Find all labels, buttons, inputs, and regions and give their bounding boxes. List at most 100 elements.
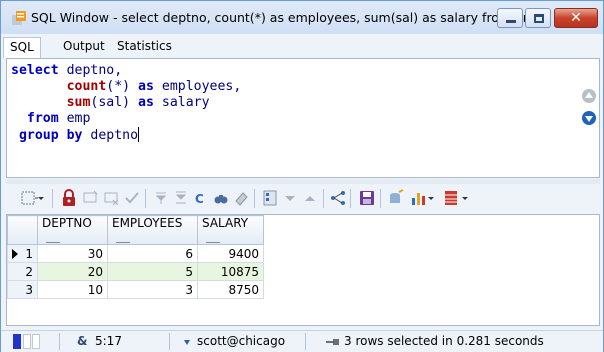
table-row[interactable]: 1 30 6 9400 bbox=[7, 244, 264, 263]
column-header-label: EMPLOYEES bbox=[112, 216, 183, 230]
single-record-icon[interactable] bbox=[261, 189, 279, 207]
minimize-icon bbox=[506, 20, 516, 23]
row-number-label: 1 bbox=[25, 246, 33, 261]
previous-icon[interactable] bbox=[301, 189, 319, 207]
tab-statistics[interactable]: Statistics bbox=[111, 37, 178, 58]
sql-token: deptno, bbox=[58, 63, 123, 78]
status-separator bbox=[305, 333, 306, 350]
insert-record-icon[interactable] bbox=[81, 189, 99, 207]
chevron-down-icon[interactable] bbox=[460, 189, 470, 207]
toolbar-separator bbox=[380, 189, 381, 208]
rows-selected-status: 3 rows selected in 0.281 seconds bbox=[344, 334, 544, 348]
sql-token: group by bbox=[18, 128, 83, 143]
table-cell[interactable]: 3 bbox=[107, 280, 198, 299]
table-cell[interactable]: 30 bbox=[37, 244, 108, 263]
text-caret bbox=[138, 127, 140, 142]
sql-editor[interactable]: select deptno, count(*) as employees, su… bbox=[6, 58, 600, 178]
row-number[interactable]: 3 bbox=[7, 280, 38, 299]
sql-token: select bbox=[11, 63, 59, 78]
export-icon[interactable] bbox=[388, 189, 406, 207]
grid-toolbar: C bbox=[6, 185, 600, 212]
table-cell[interactable]: 8750 bbox=[197, 280, 264, 299]
close-icon: ✕ bbox=[570, 10, 582, 26]
tab-bar: SQL Output Statistics bbox=[3, 34, 601, 58]
previous-statement-icon[interactable] bbox=[582, 89, 596, 103]
toolbar-separator bbox=[145, 189, 146, 208]
delete-record-icon[interactable] bbox=[102, 189, 120, 207]
find-icon[interactable] bbox=[212, 189, 230, 207]
toolbar-separator bbox=[52, 189, 53, 208]
column-header-label: SALARY bbox=[202, 216, 249, 230]
table-cell[interactable]: 9400 bbox=[197, 244, 264, 263]
status-separator bbox=[59, 333, 60, 350]
table-row[interactable]: 3 10 3 8750 bbox=[7, 280, 264, 299]
post-icon[interactable] bbox=[123, 189, 141, 207]
table-cell[interactable]: 10875 bbox=[197, 262, 264, 281]
clear-icon[interactable] bbox=[232, 189, 250, 207]
sql-token: count bbox=[66, 79, 107, 94]
splitter[interactable] bbox=[6, 179, 600, 184]
app-icon bbox=[12, 11, 26, 25]
column-header-employees[interactable]: EMPLOYEES bbox=[107, 215, 198, 245]
row-number[interactable]: 2 bbox=[7, 262, 38, 281]
chart-icon[interactable] bbox=[409, 189, 427, 207]
column-header-label: DEPTNO bbox=[42, 216, 92, 230]
chevron-down-icon[interactable] bbox=[36, 189, 46, 207]
connection-dropdown-icon[interactable] bbox=[184, 340, 190, 345]
tab-sql[interactable]: SQL bbox=[3, 37, 41, 58]
column-header-deptno[interactable]: DEPTNO bbox=[37, 215, 108, 245]
chevron-down-icon[interactable] bbox=[426, 189, 436, 207]
clear-filter-icon[interactable] bbox=[172, 189, 190, 207]
table-cell[interactable]: 20 bbox=[37, 262, 108, 281]
substitution-variable-icon[interactable]: & bbox=[77, 334, 87, 348]
row-number[interactable]: 1 bbox=[7, 244, 38, 263]
save-icon[interactable] bbox=[358, 189, 376, 207]
sql-token: sum bbox=[66, 95, 91, 110]
sql-token: deptno bbox=[82, 128, 139, 143]
result-grid[interactable]: DEPTNO EMPLOYEES SALARY 1 30 6 9400 2 20… bbox=[6, 214, 600, 326]
lock-icon[interactable] bbox=[60, 189, 78, 207]
svg-text:C: C bbox=[195, 192, 204, 206]
refresh-icon[interactable]: C bbox=[192, 189, 210, 207]
sql-token: (sal) bbox=[90, 95, 139, 110]
title-bar[interactable]: SQL Window - select deptno, count(*) as … bbox=[1, 1, 603, 34]
sort-icon[interactable] bbox=[116, 242, 130, 243]
table-cell[interactable]: 5 bbox=[107, 262, 198, 281]
next-icon[interactable] bbox=[281, 189, 299, 207]
sql-token: emp bbox=[58, 111, 91, 126]
table-cell[interactable]: 10 bbox=[37, 280, 108, 299]
editor-line: group by deptno bbox=[11, 127, 599, 144]
toolbar-separator bbox=[350, 189, 351, 208]
window-title: SQL Window - select deptno, count(*) as … bbox=[31, 10, 547, 25]
sort-icon[interactable] bbox=[206, 242, 220, 243]
next-statement-icon[interactable] bbox=[582, 111, 596, 125]
minimize-button[interactable] bbox=[497, 8, 523, 28]
connection-label[interactable]: scott@chicago bbox=[197, 334, 285, 348]
table-row[interactable]: 2 20 5 10875 bbox=[7, 262, 264, 281]
editor-line: count(*) as employees, bbox=[11, 79, 599, 95]
cursor-position: 5:17 bbox=[95, 334, 122, 348]
status-separator bbox=[169, 333, 170, 350]
editor-line: from emp bbox=[11, 111, 599, 127]
toolbar-separator bbox=[254, 189, 255, 208]
sort-icon[interactable] bbox=[46, 242, 60, 243]
column-header-salary[interactable]: SALARY bbox=[197, 215, 264, 245]
current-row-icon bbox=[12, 249, 18, 259]
filter-icon[interactable] bbox=[152, 189, 170, 207]
rows-selected-icon bbox=[326, 339, 339, 345]
result-table: DEPTNO EMPLOYEES SALARY 1 30 6 9400 2 20… bbox=[7, 215, 264, 299]
sql-token: employees, bbox=[153, 79, 242, 94]
sql-token: salary bbox=[153, 95, 210, 110]
tab-output[interactable]: Output bbox=[57, 37, 111, 58]
layout-icon[interactable] bbox=[442, 189, 460, 207]
status-bar: & 5:17 scott@chicago 3 rows selected in … bbox=[1, 330, 603, 352]
sql-window: SQL Window - select deptno, count(*) as … bbox=[0, 0, 604, 352]
close-button[interactable]: ✕ bbox=[554, 8, 598, 28]
table-cell[interactable]: 6 bbox=[107, 244, 198, 263]
maximize-button[interactable] bbox=[525, 8, 551, 28]
query-by-example-icon[interactable] bbox=[329, 189, 347, 207]
status-indicator bbox=[23, 334, 31, 349]
